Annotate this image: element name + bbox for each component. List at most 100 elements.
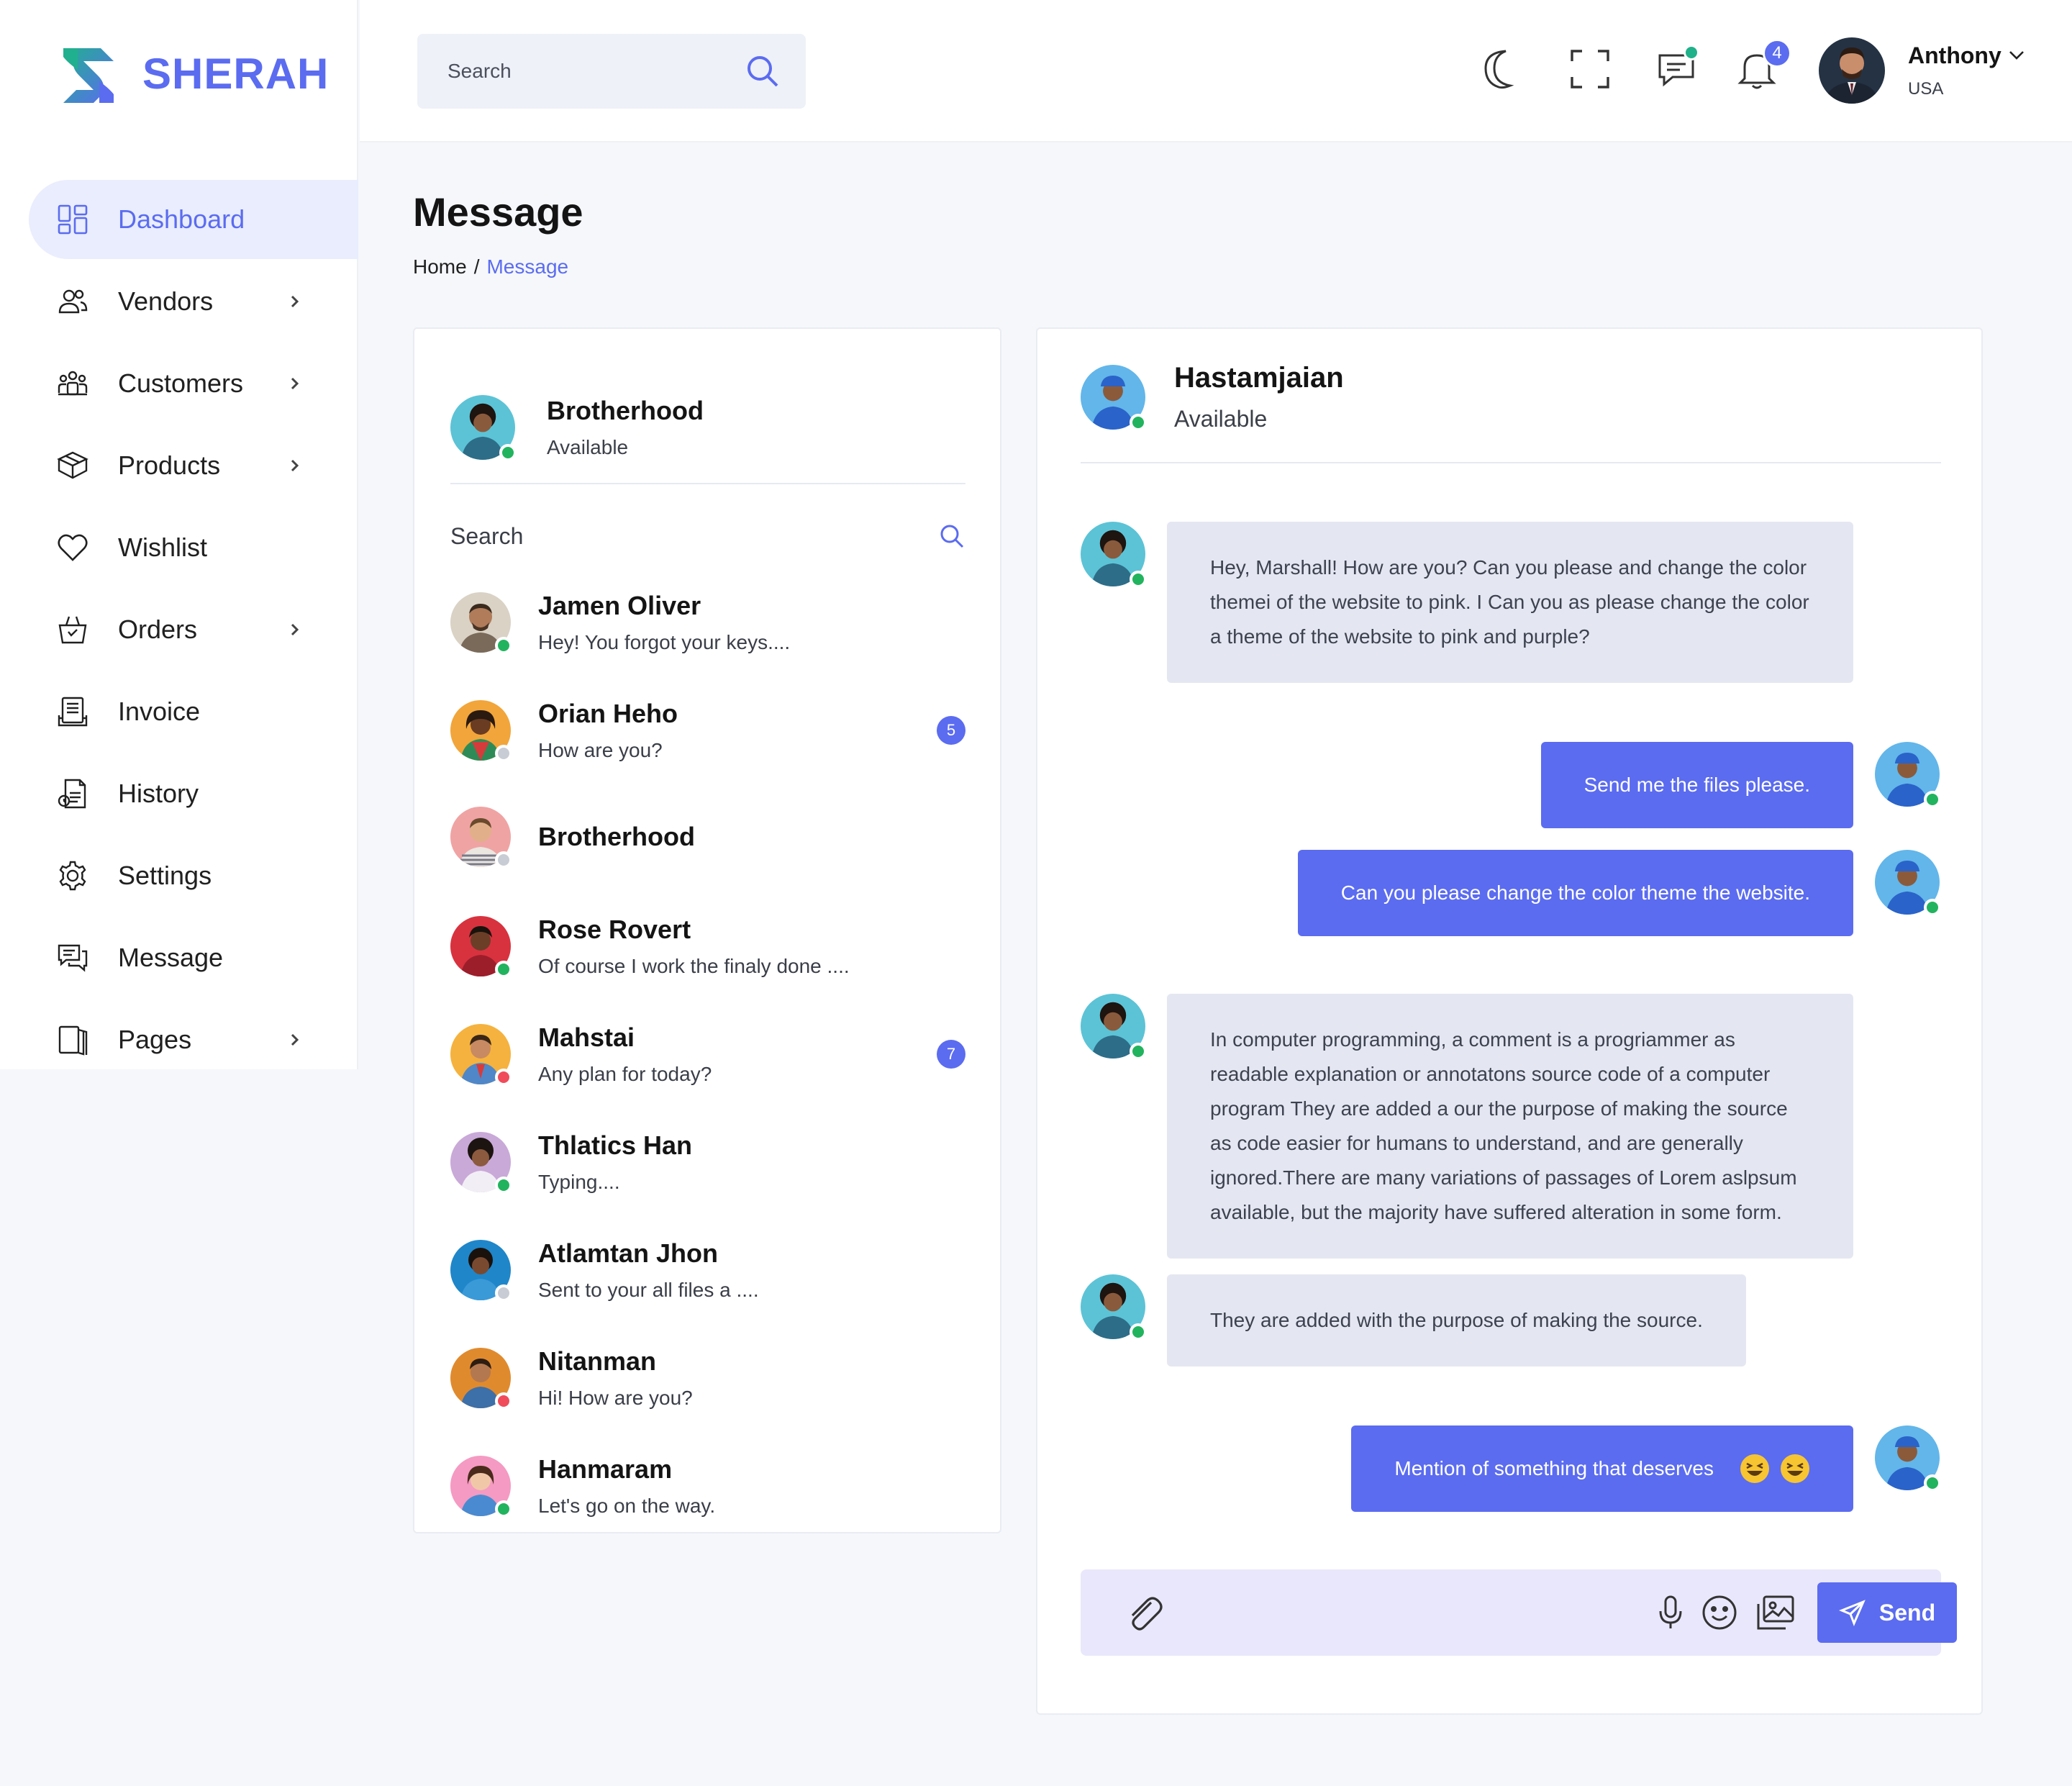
chat-header: Hastamjaian Available — [1081, 362, 1344, 432]
paperclip-icon[interactable] — [1122, 1591, 1166, 1634]
smiley-icon[interactable] — [1698, 1591, 1741, 1634]
contact-name: Atlamtan Jhon — [538, 1238, 719, 1268]
search-icon[interactable] — [742, 51, 783, 91]
current-user: Brotherhood Available — [450, 395, 704, 461]
heart-icon — [56, 531, 89, 564]
message-outgoing: Mention of something that deserves — [1351, 1425, 1941, 1512]
message-incoming: In computer programming, a comment is a … — [1081, 994, 1853, 1259]
sidebar-item-label: Pages — [118, 1025, 192, 1054]
avatar — [450, 1348, 512, 1410]
status-busy-indicator — [495, 1069, 512, 1086]
message-text: Mention of something that deserves — [1394, 1457, 1714, 1479]
contact-preview: How are you? — [538, 739, 663, 761]
send-button[interactable]: Send — [1817, 1582, 1957, 1643]
contact-item[interactable]: Mahstai Any plan for today? 7 — [450, 1011, 965, 1097]
chevron-right-icon — [291, 623, 299, 636]
contact-item[interactable]: Rose Rovert Of course I work the finaly … — [450, 903, 965, 989]
message-input[interactable] — [1189, 1591, 1692, 1634]
message-incoming: They are added with the purpose of makin… — [1081, 1274, 1746, 1366]
avatar — [450, 916, 512, 978]
vendors-icon — [56, 285, 89, 318]
fullscreen-icon[interactable] — [1564, 43, 1616, 95]
contact-name: Jamen Oliver — [538, 591, 701, 620]
invoice-icon — [56, 695, 89, 728]
avatar — [450, 1024, 512, 1086]
breadcrumb-home[interactable]: Home — [413, 255, 467, 278]
status-online-indicator — [1130, 1043, 1147, 1060]
sidebar-item-label: Customers — [118, 368, 244, 398]
contact-search — [450, 510, 965, 562]
chevron-down-icon[interactable] — [2009, 50, 2025, 60]
sidebar-item-dashboard[interactable]: Dashboard — [29, 180, 358, 259]
new-message-dot — [1684, 45, 1699, 60]
contact-name: Brotherhood — [538, 822, 695, 851]
contact-item[interactable]: Jamen Oliver Hey! You forgot your keys..… — [450, 579, 965, 666]
message-composer: Send — [1081, 1569, 1957, 1656]
profile-country: USA — [1908, 78, 1944, 99]
chevron-right-icon — [291, 295, 299, 308]
contact-item[interactable]: Orian Heho How are you? 5 — [450, 687, 965, 774]
contact-item[interactable]: Brotherhood — [450, 794, 965, 880]
header-search-input[interactable] — [447, 60, 742, 83]
sherah-logo-icon — [63, 48, 114, 103]
profile-name-row: Anthony — [1908, 42, 2025, 69]
contact-name: Mahstai — [538, 1023, 635, 1052]
unread-badge: 7 — [937, 1040, 965, 1069]
user-profile[interactable]: Anthony USA — [1819, 37, 2025, 104]
avatar — [450, 1456, 512, 1518]
current-user-status: Available — [547, 436, 629, 458]
avatar — [1081, 994, 1147, 1060]
basket-icon — [56, 613, 89, 646]
paper-plane-icon — [1838, 1600, 1866, 1626]
brand-logo[interactable]: SHERAH — [56, 40, 329, 106]
image-icon[interactable] — [1754, 1591, 1797, 1634]
contact-search-input[interactable] — [450, 522, 938, 550]
contact-item[interactable]: Nitanman Hi! How are you? — [450, 1335, 965, 1421]
sidebar-item-products[interactable]: Products — [0, 426, 358, 505]
products-icon — [56, 449, 89, 482]
sidebar-item-customers[interactable]: Customers — [0, 344, 358, 423]
sidebar-item-settings[interactable]: Settings — [0, 836, 358, 915]
avatar — [1081, 1274, 1147, 1341]
sidebar: SHERAH Dashboard Vendors Customers Produ… — [0, 0, 358, 1069]
status-online-indicator — [499, 444, 517, 461]
chevron-right-icon — [291, 459, 299, 472]
sidebar-item-invoice[interactable]: Invoice — [0, 672, 358, 751]
breadcrumb-current: Message — [486, 255, 569, 278]
sidebar-item-label: Vendors — [118, 286, 214, 316]
avatar — [450, 592, 512, 654]
sidebar-nav: Dashboard Vendors Customers Products Wis… — [0, 180, 358, 1082]
status-away-indicator — [495, 745, 512, 762]
sidebar-item-message[interactable]: Message — [0, 918, 358, 997]
sidebar-item-history[interactable]: History — [0, 754, 358, 833]
bell-icon[interactable]: 4 — [1731, 39, 1791, 95]
chat-bubble-icon[interactable] — [1652, 43, 1704, 95]
contact-item[interactable]: Hanmaram Let's go on the way. — [450, 1443, 965, 1529]
sidebar-item-vendors[interactable]: Vendors — [0, 262, 358, 341]
sidebar-item-label: Dashboard — [118, 204, 245, 234]
search-icon[interactable] — [938, 522, 965, 550]
contact-item[interactable]: Atlamtan Jhon Sent to your all files a .… — [450, 1227, 965, 1313]
avatar — [450, 807, 512, 869]
sidebar-item-wishlist[interactable]: Wishlist — [0, 508, 358, 587]
microphone-icon[interactable] — [1649, 1591, 1692, 1634]
emoji-group — [1740, 1454, 1810, 1484]
contact-item[interactable]: Thlatics Han Typing.... — [450, 1119, 965, 1205]
message-incoming: Hey, Marshall! How are you? Can you plea… — [1081, 522, 1853, 683]
send-label: Send — [1878, 1599, 1936, 1626]
status-online-indicator — [1924, 791, 1941, 808]
status-online-indicator — [1924, 1474, 1941, 1492]
sidebar-item-orders[interactable]: Orders — [0, 590, 358, 669]
gear-icon — [56, 859, 89, 892]
avatar — [450, 1240, 512, 1302]
message-bubble: Send me the files please. — [1540, 742, 1853, 828]
status-online-indicator — [1924, 899, 1941, 916]
contact-name: Orian Heho — [538, 699, 678, 728]
current-user-name: Brotherhood — [547, 396, 704, 425]
status-online-indicator — [495, 961, 512, 978]
dashboard-icon — [56, 203, 89, 236]
moon-icon[interactable] — [1478, 43, 1530, 95]
status-online-indicator — [1130, 414, 1147, 431]
contact-name: Thlatics Han — [538, 1130, 693, 1160]
sidebar-item-pages[interactable]: Pages — [0, 1000, 358, 1079]
